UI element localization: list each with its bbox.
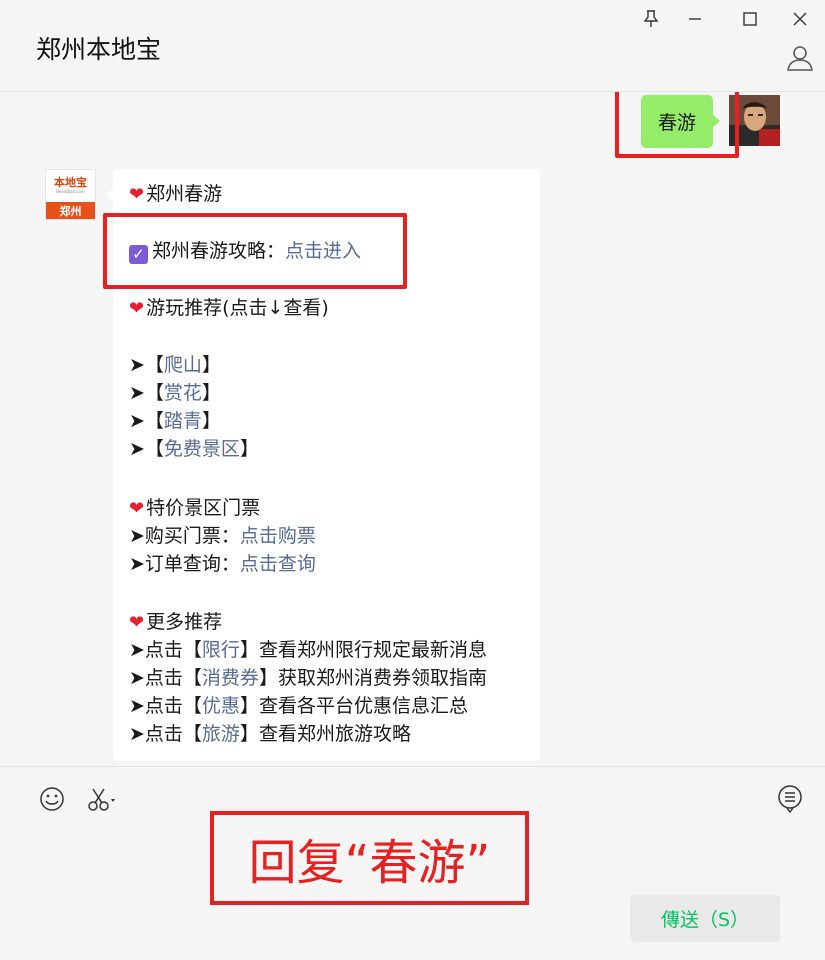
heart-icon: ❤	[129, 612, 145, 633]
maximize-icon[interactable]	[737, 6, 763, 32]
logo-city-text: 郑州	[59, 204, 82, 218]
chat-area[interactable]: 春游 本地宝 Bendibao.com 郑州 ❤ 郑州春游 ✓ 郑州春游攻略：点击进…	[0, 92, 825, 766]
list-item: ➤【赏花】	[129, 382, 221, 404]
heart-icon: ❤	[129, 184, 145, 205]
annotation-label: 回复“春游”	[210, 811, 529, 905]
scissors-icon[interactable]	[86, 785, 118, 813]
link-free-spots[interactable]: 免费景区	[164, 438, 240, 460]
list-item: ➤【踏青】	[129, 410, 221, 432]
person-outline-icon[interactable]	[786, 44, 814, 72]
emoji-icon[interactable]	[38, 785, 66, 813]
logo-text: 本地宝	[54, 175, 87, 189]
section-title-more: ❤ 更多推荐	[129, 611, 223, 633]
close-icon[interactable]	[787, 6, 813, 32]
list-item: ➤【免费景区】	[129, 438, 259, 460]
heart-icon: ❤	[129, 498, 145, 519]
order-link[interactable]: 点击查询	[240, 553, 316, 575]
chat-title: 郑州本地宝	[36, 35, 162, 64]
bot-avatar[interactable]: 本地宝 Bendibao.com 郑州	[45, 169, 96, 220]
link-climb[interactable]: 爬山	[164, 354, 202, 376]
link-discounts[interactable]: 优惠	[202, 695, 240, 717]
heart-icon: ❤	[129, 298, 145, 319]
link-coupons[interactable]: 消费券	[202, 667, 259, 689]
order-line: ➤订单查询：点击查询	[129, 553, 316, 575]
title-bar: 郑州本地宝	[0, 0, 825, 92]
link-traffic-limit[interactable]: 限行	[202, 639, 240, 661]
buy-line: ➤购买门票：点击购票	[129, 525, 316, 547]
logo-small-text: Bendibao.com	[56, 188, 85, 194]
guide-highlight	[103, 213, 407, 289]
list-item: ➤点击【旅游】查看郑州旅游攻略	[129, 723, 411, 745]
section-title-recommend: ❤ 游玩推荐(点击↓查看)	[129, 297, 329, 319]
pin-icon[interactable]	[638, 6, 664, 32]
list-item: ➤点击【消费券】获取郑州消费券领取指南	[129, 667, 487, 689]
link-outing[interactable]: 踏青	[164, 410, 202, 432]
list-item: ➤点击【优惠】查看各平台优惠信息汇总	[129, 695, 468, 717]
section-title-tickets: ❤ 特价景区门票	[129, 497, 261, 519]
send-button[interactable]: 傳送（S）	[630, 895, 780, 942]
minimize-icon[interactable]	[682, 6, 708, 32]
input-area[interactable]: 回复“春游” 傳送（S）	[0, 766, 825, 960]
link-travel[interactable]: 旅游	[202, 723, 240, 745]
chat-history-icon[interactable]	[776, 785, 804, 813]
link-flowers[interactable]: 赏花	[164, 382, 202, 404]
sent-message-highlight	[615, 92, 739, 158]
buy-link[interactable]: 点击购票	[240, 525, 316, 547]
section-title-spring-tour: ❤ 郑州春游	[129, 183, 223, 205]
list-item: ➤【爬山】	[129, 354, 221, 376]
list-item: ➤点击【限行】查看郑州限行规定最新消息	[129, 639, 487, 661]
